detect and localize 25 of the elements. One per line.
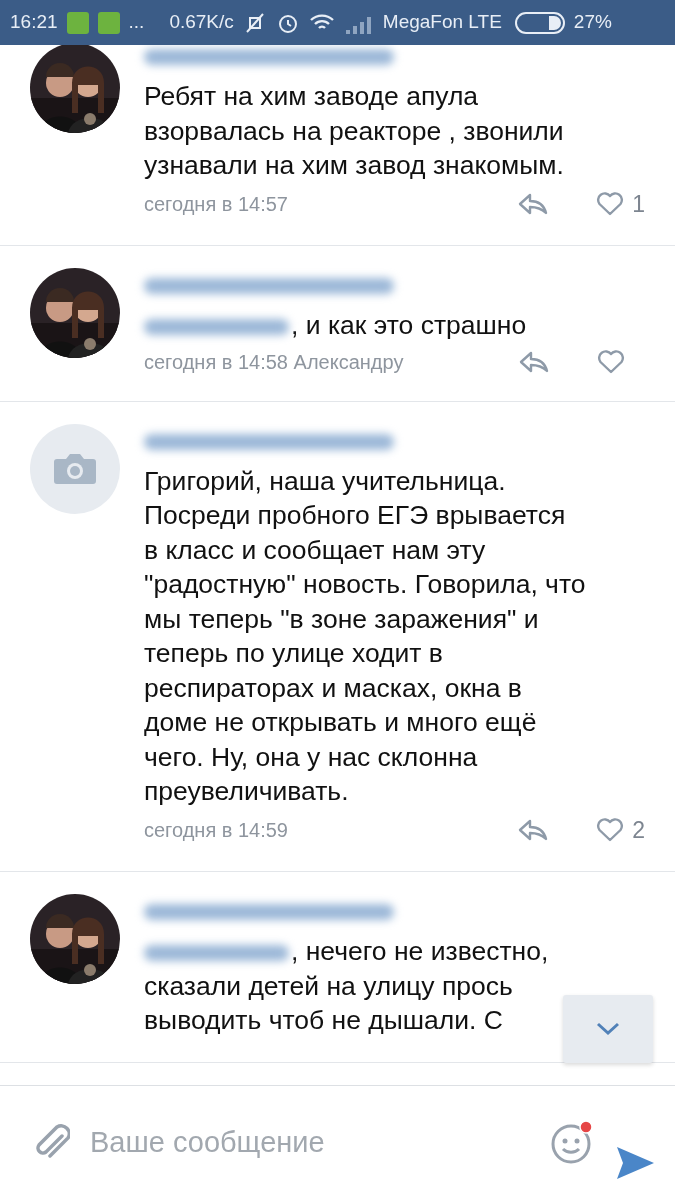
comment-text: Григорий, наша учительница. Посреди пробного ЕГЭ врывается в класс и сообщает нам эту "радостную" новость. Говорила, что мы теперь "в зоне заражения" и теперь по улице ходит в респираторах и масках, окна в доме не открывать и много ещё чего. Ну, она у нас склонна преувеличивать. — [144, 464, 587, 808]
battery-percent: 27% — [573, 10, 612, 35]
like-count: 1 — [632, 189, 645, 219]
carrier-name: MegaFon LTE — [382, 10, 502, 35]
battery-icon — [514, 11, 565, 34]
chevron-down-icon — [596, 1022, 620, 1036]
emoji-icon[interactable] — [549, 1120, 595, 1166]
comment-text: Ребят на хим заводе апула взорвалась на реакторе , звонили узнавали на хим завод знакомым. — [144, 80, 565, 182]
heart-icon[interactable] — [596, 817, 625, 842]
clock-text: 16:21 — [10, 10, 58, 35]
comment-time: сегодня в 14:58 Александру — [144, 349, 405, 375]
reply-icon[interactable] — [518, 818, 549, 841]
reply-icon[interactable] — [519, 350, 549, 373]
comment-time: сегодня в 14:59 — [144, 817, 289, 843]
network-speed: 0.67K/c — [169, 10, 234, 35]
send-icon[interactable] — [615, 1145, 655, 1181]
heart-icon[interactable] — [596, 191, 625, 216]
more-indicator: ... — [128, 10, 145, 35]
comment-text: , и как это страшно — [144, 308, 645, 343]
comment-time: сегодня в 14:57 — [144, 191, 289, 217]
comment-text: , нечего не известно, сказали детей на улицу прось выводить чтоб не дышали. С — [144, 935, 550, 1037]
camera-icon — [53, 452, 97, 485]
like-count: 2 — [632, 815, 645, 845]
reply-icon[interactable] — [518, 192, 549, 215]
heart-icon[interactable] — [597, 349, 625, 374]
